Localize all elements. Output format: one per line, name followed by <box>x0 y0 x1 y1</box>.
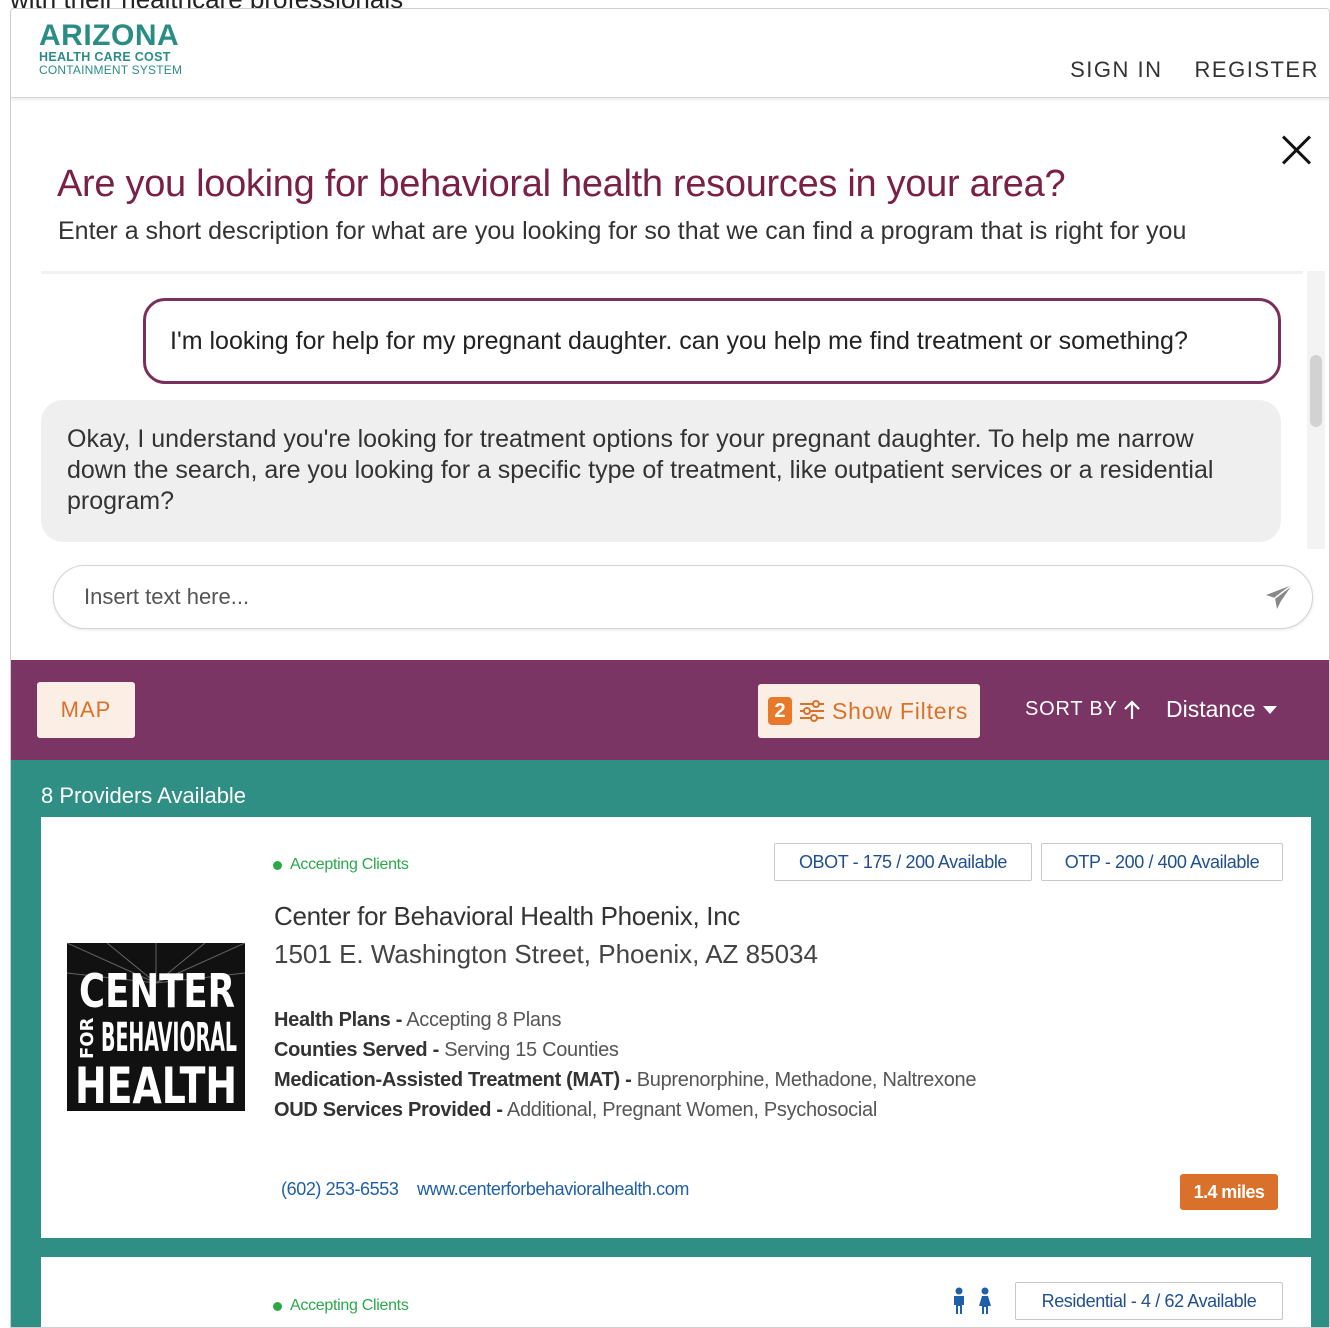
population-icons <box>951 1287 993 1315</box>
logo-text-center: CENTER <box>79 964 235 1018</box>
website-link[interactable]: www.centerforbehavioralhealth.com <box>417 1179 689 1200</box>
results-section: 8 Providers Available CENTER FOR BEHAVIO… <box>11 760 1329 1327</box>
detail-label: Health Plans - <box>274 1009 403 1031</box>
chat-transcript[interactable]: I'm looking for help for my pregnant dau… <box>41 271 1303 549</box>
male-person-icon <box>954 1287 964 1314</box>
show-filters-label: Show Filters <box>832 697 969 724</box>
provider-name[interactable]: Center for Behavioral Health Phoenix, In… <box>274 901 740 932</box>
chat-title: Are you looking for behavioral health re… <box>57 163 1066 205</box>
sort-select[interactable]: Distance <box>1166 696 1278 723</box>
detail-mat: Medication-Assisted Treatment (MAT) - Bu… <box>274 1069 976 1092</box>
sign-in-link[interactable]: SIGN IN <box>1070 57 1162 83</box>
logo-line-3: CONTAINMENT SYSTEM <box>39 63 183 77</box>
status-text: Accepting Clients <box>290 1297 409 1314</box>
detail-value: Accepting 8 Plans <box>406 1009 562 1031</box>
ahcccs-logo[interactable]: ARIZONA HEALTH CARE COST CONTAINMENT SYS… <box>39 21 219 77</box>
sliders-icon <box>800 700 824 722</box>
otp-availability-badge: OTP - 200 / 400 Available <box>1041 843 1283 881</box>
obot-availability-badge: OBOT - 175 / 200 Available <box>774 843 1032 881</box>
assistant-message: Okay, I understand you're looking for tr… <box>41 400 1281 542</box>
provider-card[interactable]: Accepting Clients Residential - 4 / 62 A… <box>41 1257 1311 1327</box>
status-text: Accepting Clients <box>290 856 409 873</box>
status-dot-icon <box>273 1301 282 1311</box>
status-badge: Accepting Clients <box>273 856 409 874</box>
results-toolbar: MAP 2 Show Filters SORT BY Distance <box>11 660 1329 760</box>
status-badge: Accepting Clients <box>273 1297 409 1315</box>
detail-label: Counties Served - <box>274 1039 439 1061</box>
logo-text-behavioral: BEHAVIORAL <box>101 1015 237 1061</box>
distance-badge: 1.4 miles <box>1180 1174 1278 1210</box>
chevron-down-icon <box>1263 705 1278 714</box>
detail-label: OUD Services Provided - <box>274 1099 503 1121</box>
send-icon[interactable] <box>1264 582 1294 612</box>
close-icon[interactable] <box>1277 129 1317 169</box>
sort-by-label: SORT BY <box>1025 698 1118 720</box>
user-message: I'm looking for help for my pregnant dau… <box>143 298 1281 384</box>
residential-availability-badge: Residential - 4 / 62 Available <box>1015 1282 1283 1320</box>
logo-text-for: FOR <box>77 1017 98 1059</box>
arrow-up-icon <box>1123 699 1140 719</box>
chat-input[interactable] <box>84 578 1234 616</box>
logo-wordmark: ARIZONA <box>39 19 180 52</box>
modal-window: ARIZONA HEALTH CARE COST CONTAINMENT SYS… <box>10 8 1330 1328</box>
female-person-icon <box>979 1287 991 1314</box>
provider-card[interactable]: CENTER FOR BEHAVIORAL HEALTH Accepting C… <box>41 817 1311 1238</box>
sort-value: Distance <box>1166 696 1256 722</box>
detail-value: Buprenorphine, Methadone, Naltrexone <box>636 1069 977 1091</box>
filter-count-badge: 2 <box>768 697 792 725</box>
status-dot-icon <box>273 860 282 870</box>
sort-by-toggle[interactable]: SORT BY <box>1025 698 1142 721</box>
map-button[interactable]: MAP <box>37 682 135 738</box>
detail-label: Medication-Assisted Treatment (MAT) - <box>274 1069 632 1091</box>
providers-count: 8 Providers Available <box>41 783 247 808</box>
logo-text-health: HEALTH <box>75 1057 237 1111</box>
show-filters-button[interactable]: 2 Show Filters <box>758 684 980 738</box>
provider-logo: CENTER FOR BEHAVIORAL HEALTH <box>67 943 245 1111</box>
detail-counties-served: Counties Served - Serving 15 Counties <box>274 1039 619 1062</box>
detail-oud-services: OUD Services Provided - Additional, Preg… <box>274 1099 877 1122</box>
site-header: ARIZONA HEALTH CARE COST CONTAINMENT SYS… <box>11 9 1329 98</box>
chat-scrollbar-thumb[interactable] <box>1310 355 1322 427</box>
detail-value: Additional, Pregnant Women, Psychosocial <box>506 1099 877 1121</box>
register-link[interactable]: REGISTER <box>1195 57 1319 83</box>
chat-subtitle: Enter a short description for what are y… <box>58 217 1187 245</box>
detail-health-plans: Health Plans - Accepting 8 Plans <box>274 1009 562 1032</box>
phone-link[interactable]: (602) 253-6553 <box>281 1179 399 1200</box>
provider-address: 1501 E. Washington Street, Phoenix, AZ 8… <box>274 939 818 969</box>
header-nav: SIGN IN REGISTER <box>1070 57 1319 83</box>
chat-input-box <box>53 565 1313 629</box>
detail-value: Serving 15 Counties <box>444 1039 619 1061</box>
